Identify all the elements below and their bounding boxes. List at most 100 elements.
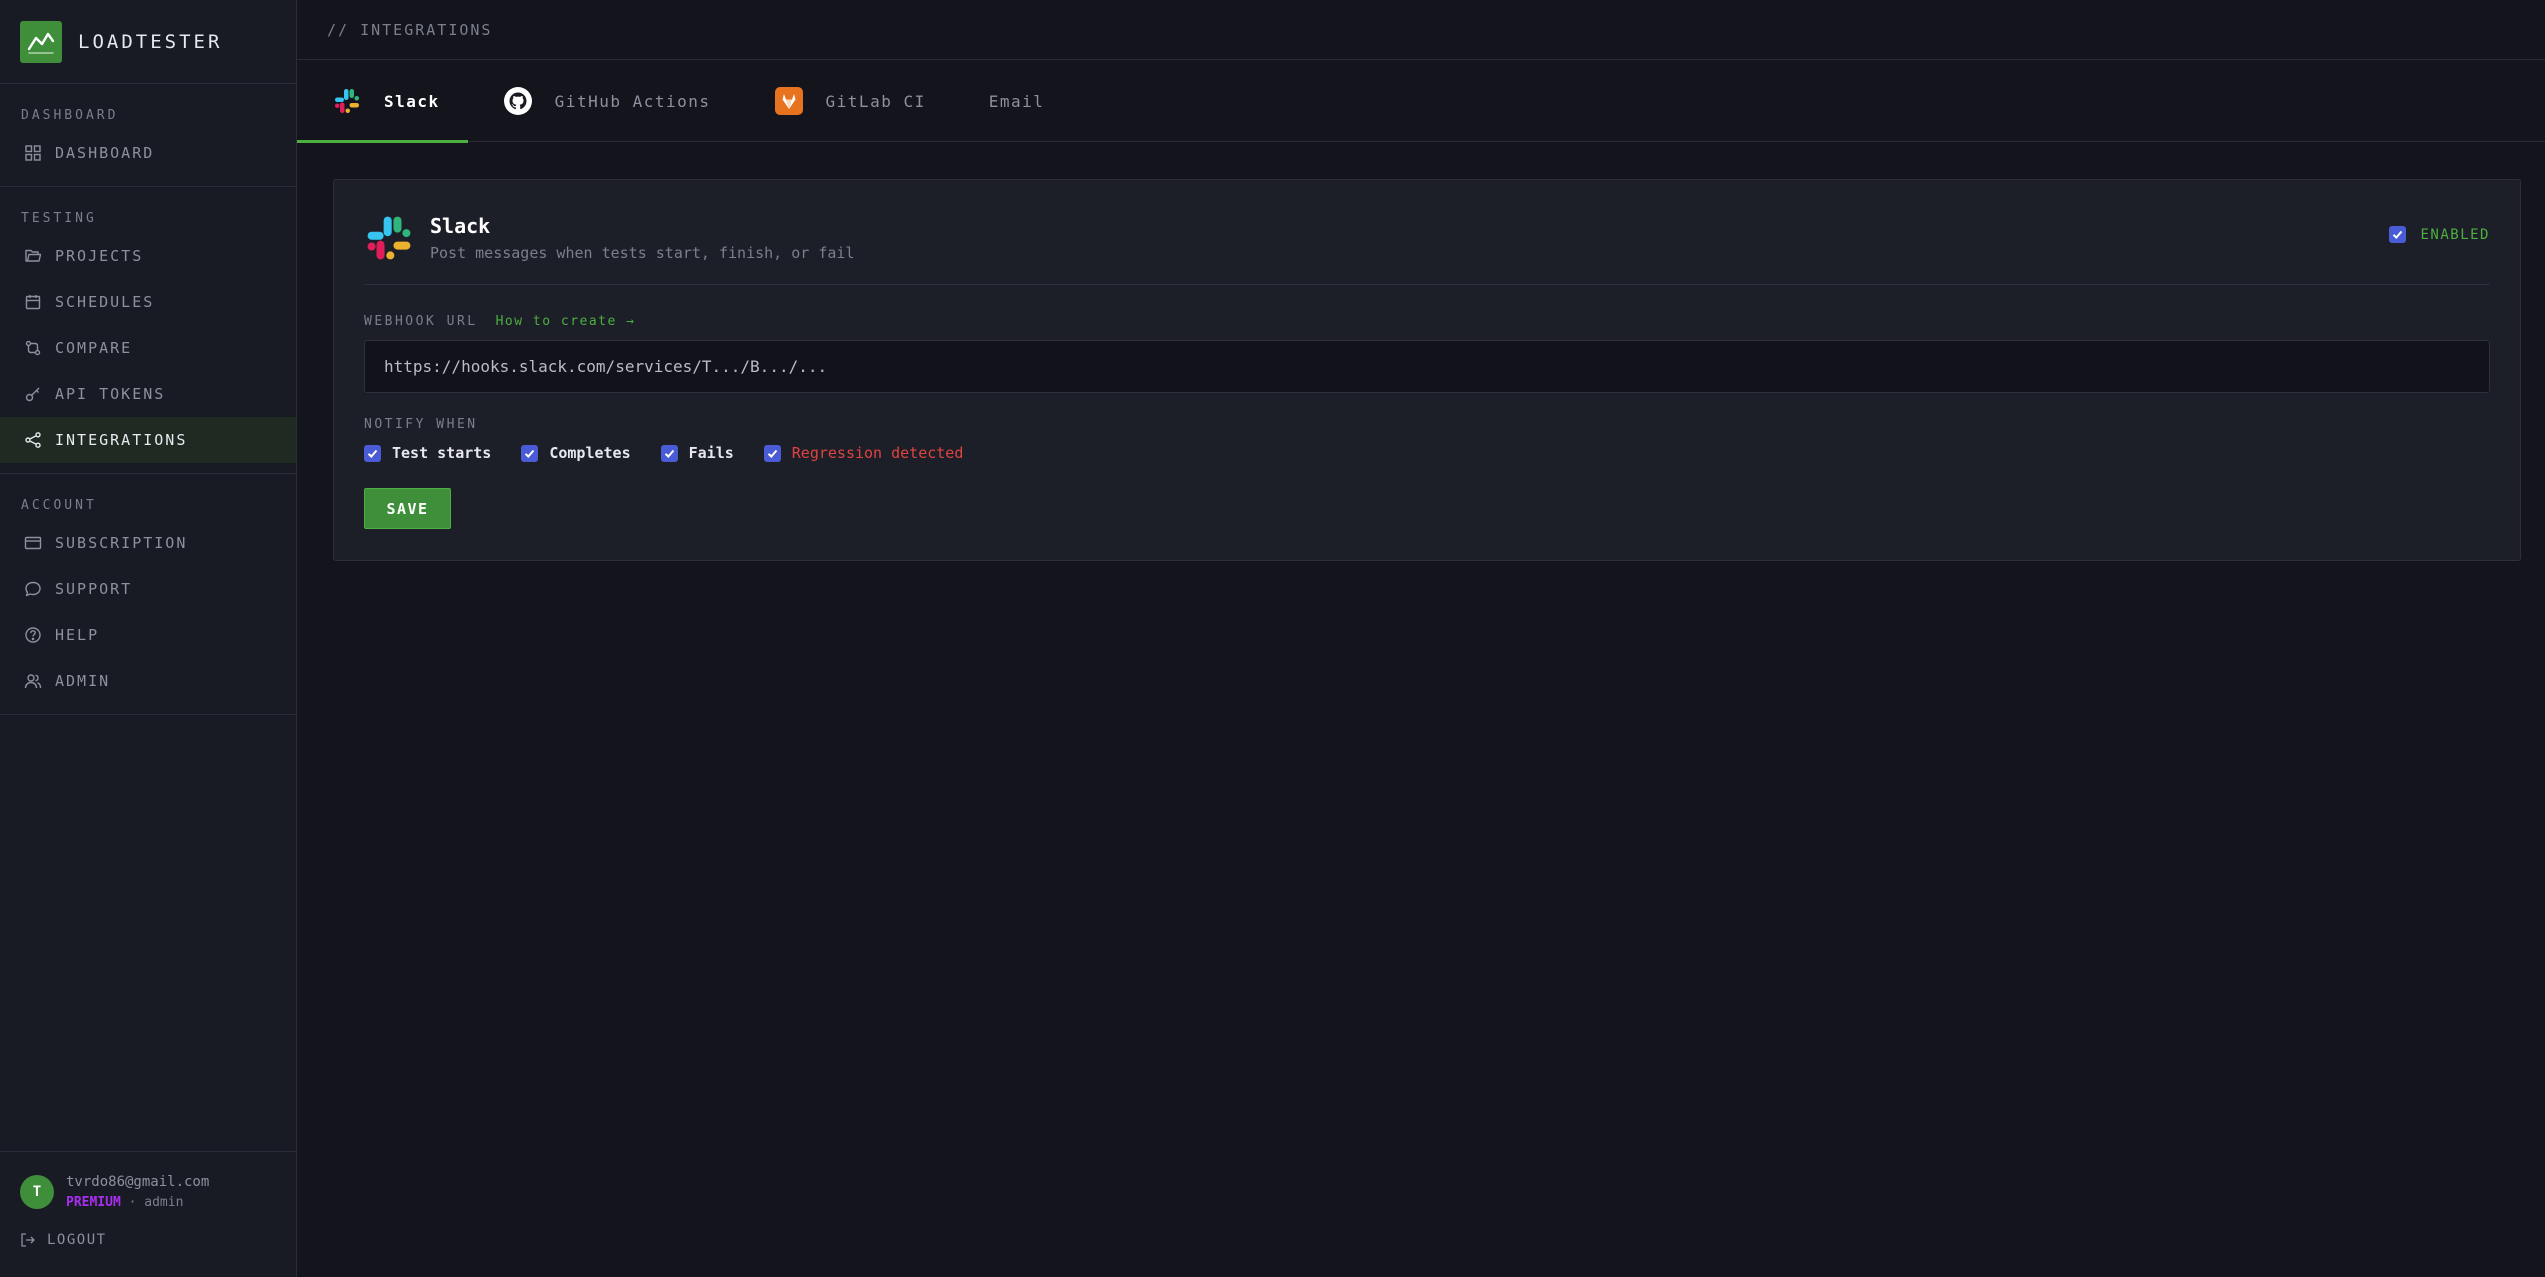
enabled-checkbox[interactable] xyxy=(2389,226,2407,243)
logout-icon xyxy=(21,1233,35,1247)
notify-options: Test starts Completes Fails Regression d… xyxy=(364,444,993,462)
key-icon xyxy=(25,387,40,402)
tab-label: Email xyxy=(988,91,1045,111)
slack-logo-icon xyxy=(367,216,411,259)
user-email: tvrdo86@gmail.com xyxy=(66,1174,210,1190)
checkbox[interactable] xyxy=(763,444,781,462)
nav-heading: DASHBOARD xyxy=(21,108,119,123)
logout-label: LOGOUT xyxy=(47,1232,107,1248)
tab-github-actions[interactable]: GitHub Actions xyxy=(468,60,739,142)
sidebar-item-label: INTEGRATIONS xyxy=(55,431,188,449)
option-label: Regression detected xyxy=(791,444,964,462)
sidebar-footer: T tvrdo86@gmail.com PREMIUM · admin LOGO… xyxy=(0,1151,296,1277)
slack-integration-card: Slack Post messages when tests start, fi… xyxy=(333,179,2521,561)
github-icon xyxy=(503,86,533,116)
sidebar-item-label: ADMIN xyxy=(55,672,111,690)
meta-separator: · xyxy=(128,1195,137,1210)
logout-button[interactable]: LOGOUT xyxy=(0,1232,296,1248)
sidebar-item-schedules[interactable]: SCHEDULES xyxy=(0,279,296,325)
sidebar-item-label: SUBSCRIPTION xyxy=(55,534,188,552)
check-icon xyxy=(767,449,778,458)
sidebar-item-label: HELP xyxy=(55,626,100,644)
help-icon xyxy=(25,627,41,643)
nav-section-dashboard: DASHBOARD DASHBOARD xyxy=(0,84,296,187)
webhook-url-input[interactable] xyxy=(364,340,2490,393)
folder-icon xyxy=(25,249,42,262)
card-header: Slack Post messages when tests start, fi… xyxy=(364,210,2490,265)
sidebar-item-dashboard[interactable]: DASHBOARD xyxy=(0,130,296,176)
sidebar-item-label: SCHEDULES xyxy=(55,293,155,311)
nav-section-account: ACCOUNT SUBSCRIPTION SUPPORT HELP ADMIN xyxy=(0,474,296,715)
sidebar-item-admin[interactable]: ADMIN xyxy=(0,658,296,704)
gitlab-icon xyxy=(774,86,804,116)
webhook-label: WEBHOOK URL How to create → xyxy=(364,314,636,329)
check-icon xyxy=(2393,230,2403,239)
sidebar-item-label: API TOKENS xyxy=(55,385,166,403)
sidebar-item-integrations[interactable]: INTEGRATIONS xyxy=(0,417,296,463)
card-subtitle: Post messages when tests start, finish, … xyxy=(430,243,855,262)
sidebar-item-help[interactable]: HELP xyxy=(0,612,296,658)
user-profile[interactable]: T tvrdo86@gmail.com PREMIUM · admin xyxy=(0,1152,296,1210)
enabled-toggle[interactable]: ENABLED xyxy=(2389,226,2490,243)
sidebar-item-subscription[interactable]: SUBSCRIPTION xyxy=(0,520,296,566)
chart-line-icon xyxy=(20,20,62,63)
checkbox[interactable] xyxy=(521,444,539,462)
brand[interactable]: LOADTESTER xyxy=(0,0,296,84)
share-icon xyxy=(25,432,41,448)
notify-test-starts[interactable]: Test starts xyxy=(364,444,491,462)
sidebar-item-support[interactable]: SUPPORT xyxy=(0,566,296,612)
tab-slack[interactable]: Slack xyxy=(297,60,468,143)
option-label: Completes xyxy=(549,444,631,462)
slack-icon xyxy=(332,86,362,116)
sidebar-item-projects[interactable]: PROJECTS xyxy=(0,233,296,279)
option-label: Fails xyxy=(688,444,734,462)
users-icon xyxy=(24,674,42,689)
sidebar-item-label: COMPARE xyxy=(55,339,133,357)
checkbox[interactable] xyxy=(660,444,678,462)
chat-icon xyxy=(25,581,41,597)
sidebar-item-label: PROJECTS xyxy=(55,247,144,265)
integration-tabs: Slack GitHub Actions GitLab CI Email xyxy=(297,60,2545,143)
calendar-icon xyxy=(25,295,41,310)
checkbox[interactable] xyxy=(364,444,381,462)
nav-heading: TESTING xyxy=(21,211,97,226)
sidebar-item-compare[interactable]: COMPARE xyxy=(0,325,296,371)
sidebar-item-label: SUPPORT xyxy=(55,580,133,598)
sidebar-item-label: DASHBOARD xyxy=(55,144,155,162)
sidebar: LOADTESTER DASHBOARD DASHBOARD TESTING P… xyxy=(0,0,297,1277)
user-role: admin xyxy=(144,1195,184,1210)
user-meta: PREMIUM · admin xyxy=(66,1195,209,1210)
tab-label: Slack xyxy=(384,91,440,111)
brand-name: LOADTESTER xyxy=(78,30,223,53)
compare-icon xyxy=(25,340,41,356)
tab-email[interactable]: Email xyxy=(954,60,1073,142)
tab-label: GitHub Actions xyxy=(554,91,711,111)
credit-card-icon xyxy=(24,536,42,550)
how-to-create-link[interactable]: How to create → xyxy=(496,314,636,329)
nav-heading: ACCOUNT xyxy=(21,498,97,513)
card-titles: Slack Post messages when tests start, fi… xyxy=(430,214,854,262)
save-button[interactable]: SAVE xyxy=(364,488,451,529)
webhook-label-text: WEBHOOK URL xyxy=(364,314,478,329)
breadcrumb: // INTEGRATIONS xyxy=(327,20,493,39)
user-info: tvrdo86@gmail.com PREMIUM · admin xyxy=(66,1174,209,1210)
avatar: T xyxy=(20,1175,54,1209)
divider xyxy=(364,284,2490,285)
topbar: // INTEGRATIONS xyxy=(297,0,2545,60)
check-icon xyxy=(664,449,674,458)
check-icon xyxy=(525,449,535,458)
enabled-label: ENABLED xyxy=(2420,226,2490,243)
option-label: Test starts xyxy=(392,444,492,462)
sidebar-item-api-tokens[interactable]: API TOKENS xyxy=(0,371,296,417)
notify-completes[interactable]: Completes xyxy=(521,444,631,462)
notify-regression-detected[interactable]: Regression detected xyxy=(763,444,964,462)
notify-label: NOTIFY WHEN xyxy=(364,417,478,432)
nav-section-testing: TESTING PROJECTS SCHEDULES COMPARE API T… xyxy=(0,187,296,474)
tab-gitlab-ci[interactable]: GitLab CI xyxy=(739,60,954,142)
grid-icon xyxy=(25,145,41,161)
plan-badge: PREMIUM xyxy=(66,1195,121,1210)
notify-fails[interactable]: Fails xyxy=(660,444,734,462)
check-icon xyxy=(367,449,378,458)
card-title: Slack xyxy=(430,213,491,238)
tab-label: GitLab CI xyxy=(825,91,926,111)
